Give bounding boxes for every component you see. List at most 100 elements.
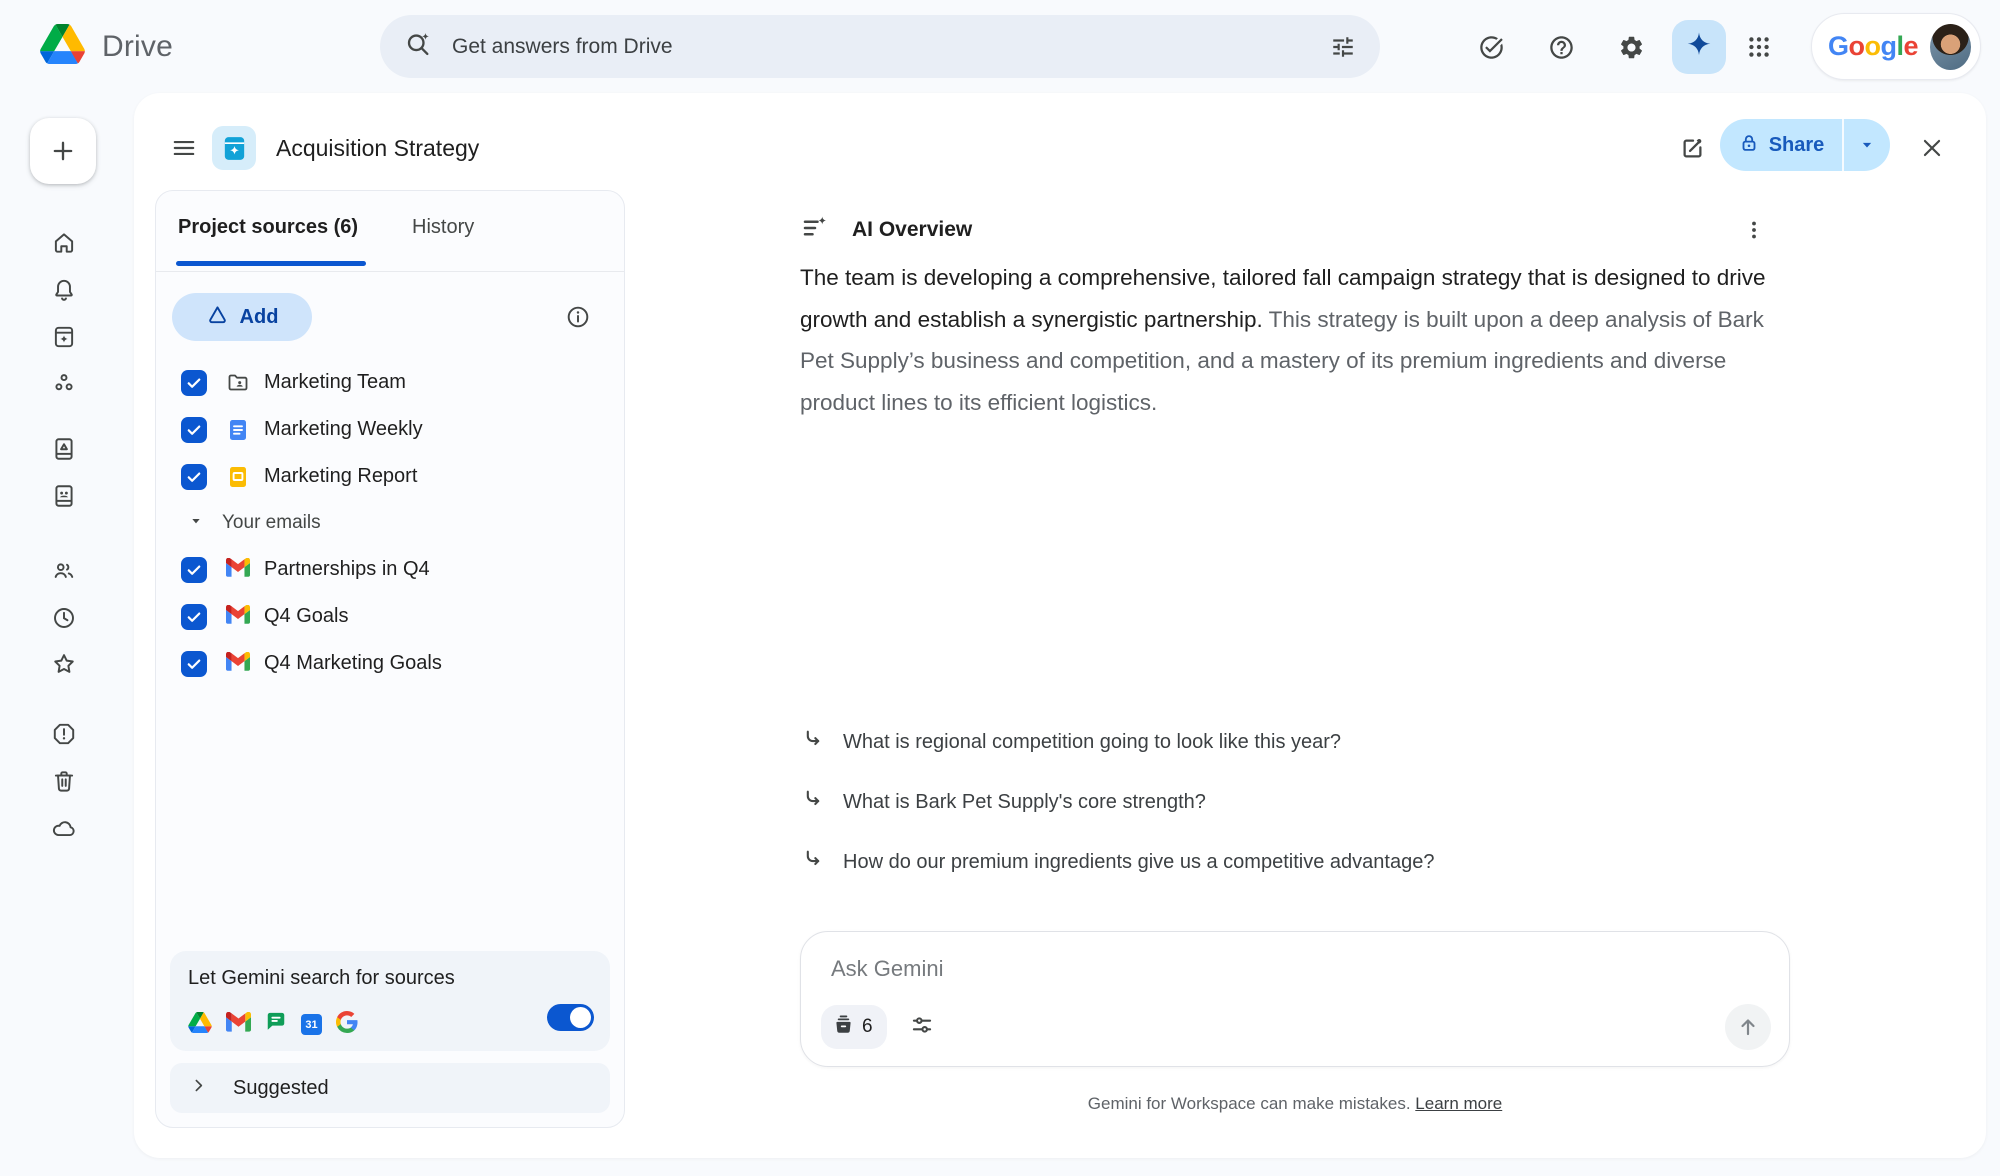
composer-tune-icon[interactable] [909, 1012, 935, 1043]
source-row[interactable]: Partnerships in Q4 [156, 546, 624, 593]
source-label: Partnerships in Q4 [264, 558, 430, 581]
drive-brand[interactable]: Drive [40, 0, 173, 93]
sidebar-home-icon[interactable] [50, 229, 78, 257]
source-label: Marketing Report [264, 465, 417, 488]
source-row[interactable]: Q4 Goals [156, 593, 624, 640]
add-row: Add [172, 293, 608, 341]
gmail-icon [226, 558, 250, 582]
sidebar-activity-icon[interactable] [50, 276, 78, 304]
checkbox-checked[interactable] [181, 464, 207, 490]
overview-paragraph: The team is developing a comprehensive, … [800, 257, 1800, 423]
google-docs-icon [226, 418, 250, 442]
sidebar-shared-drives-icon[interactable] [50, 482, 78, 510]
subdirectory-arrow-icon [800, 727, 825, 757]
source-row[interactable]: Q4 Marketing Goals [156, 640, 624, 687]
new-button[interactable] [30, 118, 96, 184]
subdirectory-arrow-icon [800, 787, 825, 817]
source-row[interactable]: Marketing Weekly [156, 406, 624, 453]
emails-group-header[interactable]: Your emails [156, 500, 624, 546]
sidebar-my-drive-icon[interactable] [50, 435, 78, 463]
close-panel-button[interactable] [1908, 124, 1956, 172]
ask-gemini-input[interactable]: Ask Gemini [831, 956, 943, 982]
shared-folder-icon [226, 371, 250, 395]
google-account-pill[interactable]: Google [1811, 13, 1981, 80]
suggested-question[interactable]: What is Bark Pet Supply's core strength? [800, 785, 1790, 819]
source-label: Marketing Team [264, 371, 406, 394]
checkbox-checked[interactable] [181, 417, 207, 443]
add-source-icon [206, 303, 229, 331]
overview-more-button[interactable] [1742, 218, 1766, 242]
panel-menu-button[interactable] [170, 134, 198, 162]
question-text: What is regional competition going to lo… [843, 731, 1341, 754]
drive-mini-icon [188, 1012, 212, 1038]
sidebar-shared-with-me-icon[interactable] [50, 557, 78, 585]
tab-project-sources[interactable]: Project sources (6) [178, 216, 358, 239]
user-avatar[interactable] [1930, 24, 1971, 70]
calendar-mini-icon: 31 [301, 1014, 322, 1035]
ai-overview-header: AI Overview [800, 211, 1790, 249]
sidebar-starred-icon[interactable] [50, 650, 78, 678]
sidebar-gemini-notebook-icon[interactable] [50, 323, 78, 351]
checkbox-checked[interactable] [181, 557, 207, 583]
checkbox-checked[interactable] [181, 604, 207, 630]
sidebar-spam-icon[interactable] [50, 720, 78, 748]
source-list: Marketing Team Marketing Weekly Marketin… [156, 359, 624, 687]
drive-logo-icon [40, 24, 85, 69]
apps-grid-button[interactable] [1735, 23, 1783, 71]
search-bar[interactable]: Get answers from Drive [380, 15, 1380, 78]
chat-mini-icon [265, 1011, 287, 1038]
sources-count: 6 [862, 1016, 873, 1038]
rename-button[interactable] [1668, 124, 1716, 172]
help-button[interactable] [1537, 23, 1585, 71]
app-name: Drive [102, 30, 173, 64]
sidebar-workspaces-icon[interactable] [50, 369, 78, 397]
add-source-label: Add [240, 306, 279, 329]
gemini-spark-button[interactable] [1672, 20, 1726, 74]
sidebar-recent-icon[interactable] [50, 604, 78, 632]
sources-count-chip[interactable]: 6 [821, 1005, 887, 1049]
active-tab-indicator [176, 261, 366, 266]
search-input[interactable]: Get answers from Drive [452, 35, 673, 59]
sidebar-trash-icon[interactable] [50, 767, 78, 795]
project-title: Acquisition Strategy [276, 135, 479, 162]
disclaimer-text: Gemini for Workspace can make mistakes. [1088, 1094, 1411, 1113]
source-label: Q4 Goals [264, 605, 348, 628]
learn-more-link[interactable]: Learn more [1415, 1094, 1502, 1113]
ask-gemini-composer[interactable]: Ask Gemini 6 [800, 931, 1790, 1067]
share-button[interactable]: Share [1720, 119, 1842, 171]
checkbox-checked[interactable] [181, 651, 207, 677]
question-text: What is Bark Pet Supply's core strength? [843, 791, 1206, 814]
sidebar-storage-icon[interactable] [50, 814, 78, 842]
gemini-search-sources-box: Let Gemini search for sources 31 [170, 951, 610, 1051]
gemini-search-label: Let Gemini search for sources [188, 967, 455, 990]
summarize-icon [800, 213, 830, 248]
collapse-caret-icon[interactable] [188, 513, 204, 534]
gemini-panel: Acquisition Strategy Share Project sourc… [134, 93, 1986, 1158]
settings-button[interactable] [1607, 23, 1655, 71]
share-dropdown-button[interactable] [1844, 119, 1890, 171]
sources-info-button[interactable] [560, 299, 596, 335]
source-app-icons: 31 [188, 1011, 358, 1038]
gemini-search-toggle[interactable] [547, 1004, 594, 1031]
share-label: Share [1769, 134, 1825, 157]
send-button[interactable] [1725, 1004, 1771, 1050]
project-notebook-icon [212, 126, 256, 170]
subdirectory-arrow-icon [800, 847, 825, 877]
checkbox-checked[interactable] [181, 370, 207, 396]
source-row[interactable]: Marketing Team [156, 359, 624, 406]
suggested-question[interactable]: What is regional competition going to lo… [800, 725, 1790, 759]
lock-icon [1738, 132, 1760, 159]
add-source-button[interactable]: Add [172, 293, 312, 341]
search-options-icon[interactable] [1330, 34, 1356, 60]
suggested-question[interactable]: How do our premium ingredients give us a… [800, 845, 1790, 879]
share-split-button: Share [1720, 119, 1890, 171]
search-spark-icon [404, 30, 432, 63]
tab-history[interactable]: History [412, 216, 474, 239]
google-wordmark: Google [1828, 31, 1918, 62]
tabs-divider [156, 271, 624, 272]
approvals-button[interactable] [1467, 23, 1515, 71]
source-label: Marketing Weekly [264, 418, 423, 441]
suggested-section[interactable]: Suggested [170, 1063, 610, 1113]
gemini-spark-icon [1684, 30, 1714, 65]
source-row[interactable]: Marketing Report [156, 453, 624, 500]
